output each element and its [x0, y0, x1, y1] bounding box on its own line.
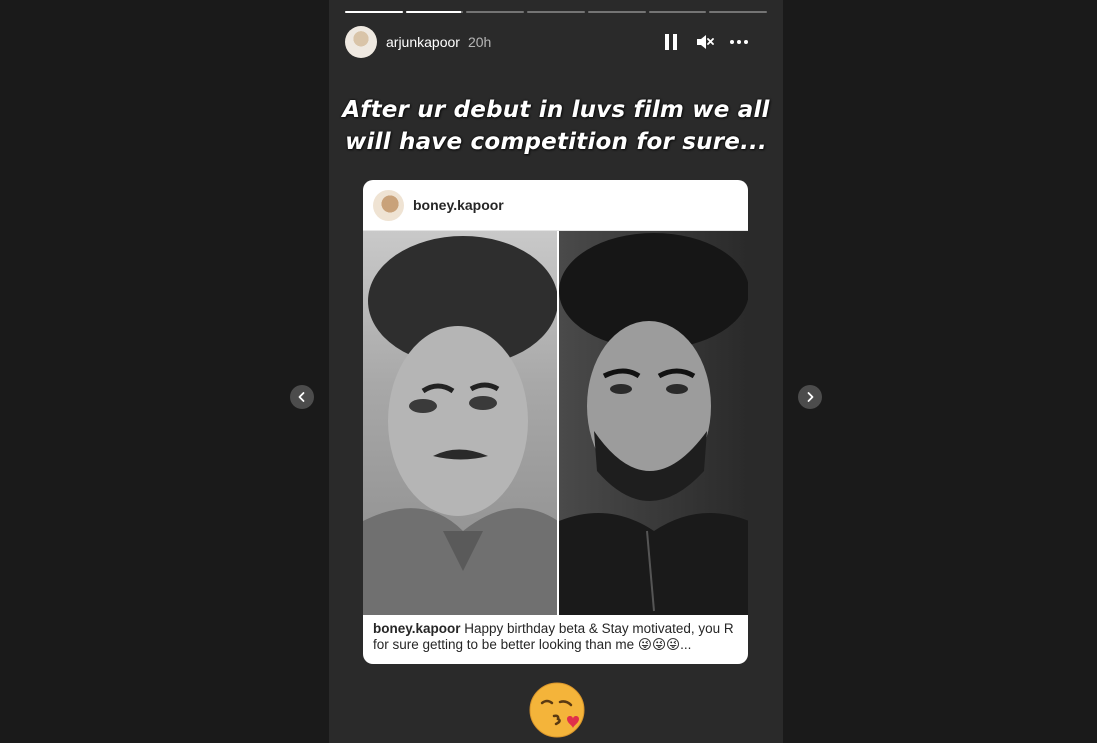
shared-post-caption-username[interactable]: boney.kapoor — [373, 621, 461, 636]
portrait-illustration-left — [363, 236, 557, 615]
mute-button[interactable] — [695, 32, 715, 52]
story-time-ago: 20h — [467, 34, 492, 50]
story-progress-fill — [345, 11, 403, 13]
story-progress-fill — [405, 11, 461, 13]
story-progress-segment — [466, 11, 525, 13]
story-viewer: arjunkapoor 20h After ur debut in luvs f… — [0, 0, 1097, 743]
previous-story-button[interactable] — [290, 385, 314, 409]
pause-button[interactable] — [661, 32, 681, 52]
shared-post-username[interactable]: boney.kapoor — [413, 197, 504, 213]
story-progress-segment — [709, 11, 768, 13]
more-options-button[interactable] — [729, 32, 749, 52]
story-caption-text: After ur debut in luvs film we all will … — [329, 94, 783, 158]
left-portrait-photo — [363, 231, 557, 615]
story-header: arjunkapoor 20h — [345, 26, 767, 58]
story-progress-segment — [405, 11, 464, 13]
story-frame[interactable]: arjunkapoor 20h After ur debut in luvs f… — [329, 0, 783, 743]
story-progress-segment — [345, 11, 403, 13]
next-story-button[interactable] — [798, 385, 822, 409]
story-progress-bar — [345, 11, 768, 14]
chevron-left-icon — [298, 392, 305, 402]
story-username[interactable]: arjunkapoor — [386, 34, 460, 50]
mute-icon — [697, 35, 714, 49]
story-caption-line-2: will have competition for sure... — [345, 129, 767, 155]
avatar[interactable] — [373, 189, 404, 221]
story-progress-segment — [587, 11, 646, 13]
shared-post-caption: boney.kapoor Happy birthday beta & Stay … — [373, 621, 738, 653]
story-progress-segment — [527, 11, 585, 13]
portrait-illustration-right — [558, 233, 748, 615]
kiss-emoji-sticker[interactable] — [529, 681, 587, 739]
shared-post-header: boney.kapoor — [363, 180, 748, 231]
chevron-right-icon — [807, 392, 814, 402]
story-progress-segment — [648, 11, 707, 13]
more-options-icon — [730, 40, 748, 44]
shared-post-image — [363, 231, 748, 615]
right-portrait-photo — [556, 231, 748, 615]
avatar[interactable] — [345, 26, 377, 58]
shared-post-card[interactable]: boney.kapoor boney.kapoor Happy birthday… — [363, 180, 748, 664]
story-caption-line-1: After ur debut in luvs film we all — [342, 97, 770, 123]
pause-icon — [665, 34, 677, 50]
